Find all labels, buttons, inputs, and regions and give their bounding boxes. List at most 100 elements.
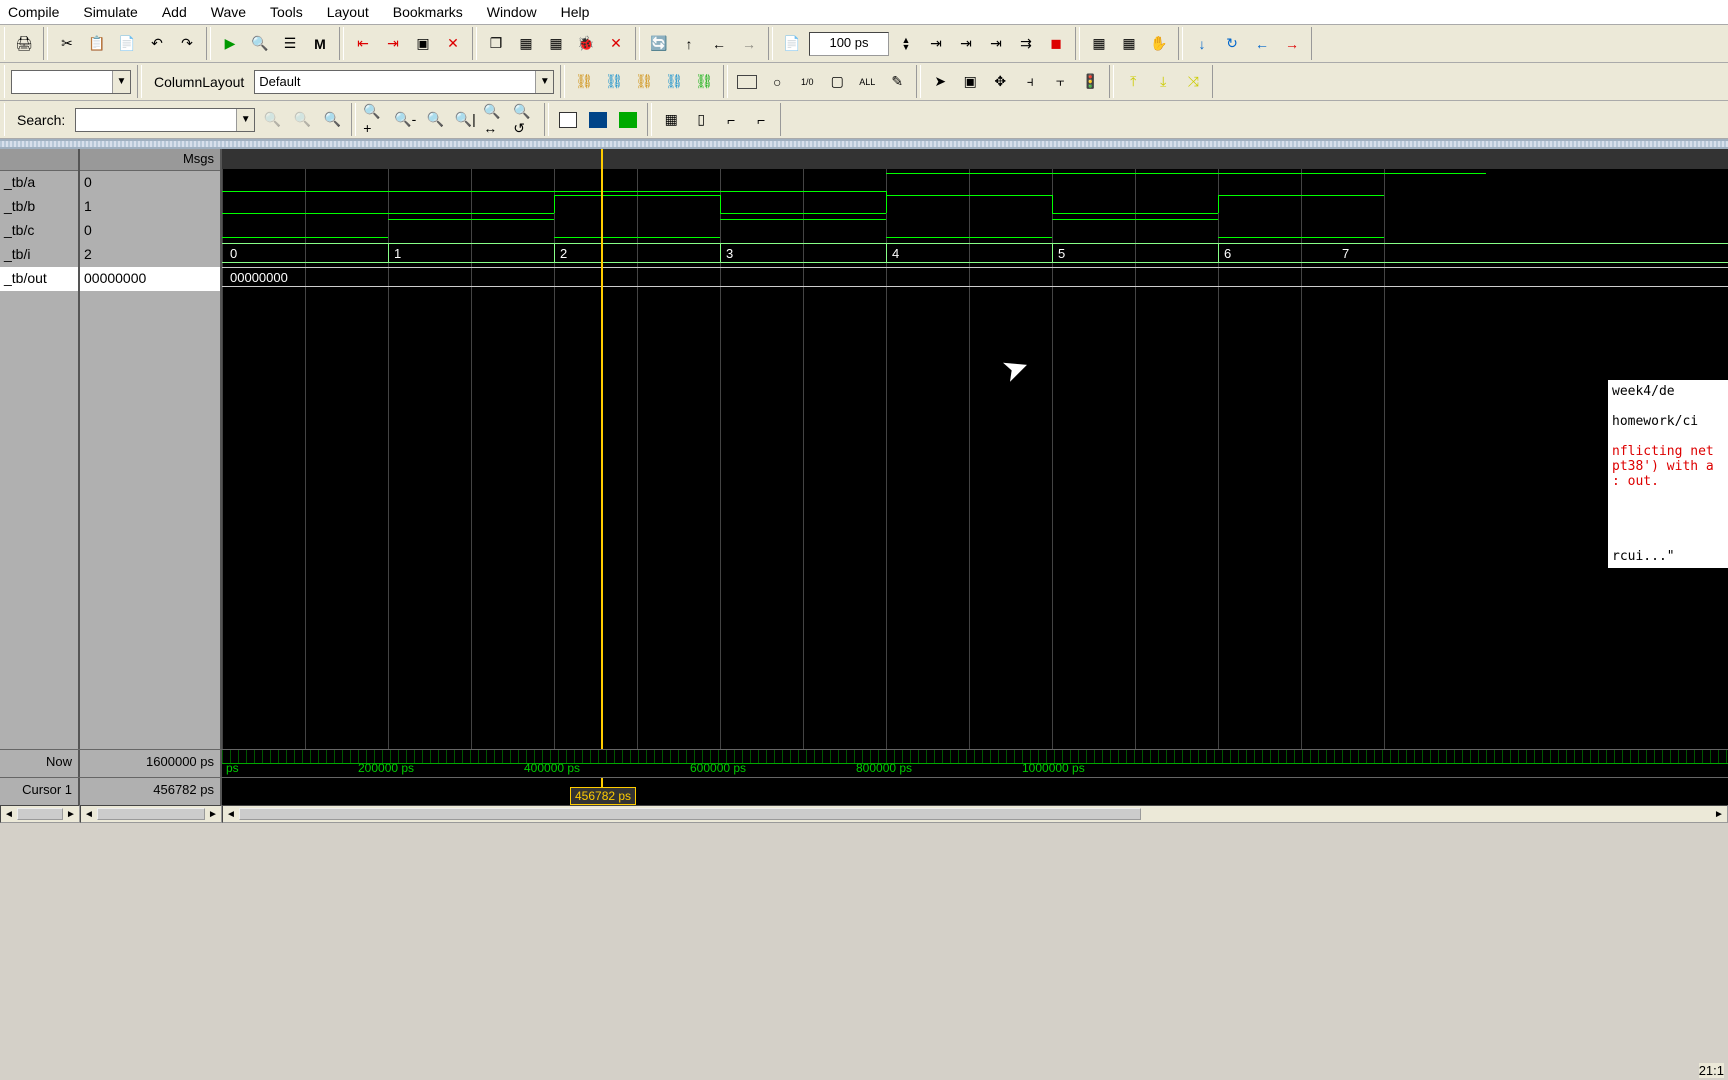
chip1-icon[interactable]: ▦ <box>1086 31 1112 57</box>
up-arrow-icon[interactable]: ↑ <box>676 31 702 57</box>
run2-icon[interactable]: ⇥ <box>953 31 979 57</box>
menu-compile[interactable]: Compile <box>8 4 59 20</box>
signal-value-column[interactable]: Msgs 0 1 0 2 00000000 <box>80 149 222 749</box>
menu-wave[interactable]: Wave <box>211 4 246 20</box>
menu-tools[interactable]: Tools <box>270 4 303 20</box>
traffic-icon[interactable]: 🚦 <box>1077 69 1103 95</box>
step-back-icon[interactable]: ⇤ <box>350 31 376 57</box>
zoom-full-icon[interactable]: 🔍 <box>422 107 448 133</box>
print-icon[interactable]: 🖨 <box>11 31 37 57</box>
chip2-icon[interactable]: ▦ <box>1116 31 1142 57</box>
menu-window[interactable]: Window <box>487 4 537 20</box>
bug-icon[interactable]: 🐞 <box>573 31 599 57</box>
scope-combo[interactable]: ▼ <box>11 70 131 94</box>
move-icon[interactable]: ✥ <box>987 69 1013 95</box>
redo-icon[interactable]: ↷ <box>174 31 200 57</box>
zoom-out-icon[interactable]: 🔍- <box>392 107 418 133</box>
search-prev-icon[interactable]: 🔍 <box>289 107 315 133</box>
left-blue-icon[interactable]: ← <box>1249 31 1275 57</box>
zoom-last-icon[interactable]: 🔍↺ <box>512 107 538 133</box>
wave-x-icon[interactable]: ⤨ <box>1180 69 1206 95</box>
grid2-icon[interactable]: ▦ <box>543 31 569 57</box>
mode2-icon[interactable]: ○ <box>764 69 790 95</box>
link3-icon[interactable]: ⛓ <box>631 69 657 95</box>
undo-icon[interactable]: ↶ <box>144 31 170 57</box>
menu-help[interactable]: Help <box>561 4 590 20</box>
stop-run-icon[interactable]: ◼ <box>1043 31 1069 57</box>
wave-cursor[interactable] <box>601 149 603 749</box>
cursor-badge[interactable]: 456782 ps <box>570 787 636 805</box>
pattern2-icon[interactable]: ▯ <box>688 107 714 133</box>
menu-simulate[interactable]: Simulate <box>83 4 137 20</box>
menu-bookmarks[interactable]: Bookmarks <box>393 4 463 20</box>
up-blue-icon[interactable]: ↻ <box>1219 31 1245 57</box>
pattern3-icon[interactable]: ⌐ <box>718 107 744 133</box>
grid1-icon[interactable]: ▦ <box>513 31 539 57</box>
time-field[interactable]: 100 ps <box>809 32 889 56</box>
align1-icon[interactable]: ⫞ <box>1017 69 1043 95</box>
columnlayout-combo[interactable]: ▼ <box>254 70 554 94</box>
hand-icon[interactable]: ✋ <box>1146 31 1172 57</box>
wave-up-icon[interactable]: ⤒ <box>1120 69 1146 95</box>
break-icon[interactable]: ▣ <box>410 31 436 57</box>
mode3-icon[interactable]: 1/0 <box>794 69 820 95</box>
value-hscroll[interactable]: ◄► <box>80 805 222 823</box>
select-icon[interactable]: ▣ <box>957 69 983 95</box>
copy-icon[interactable]: 📋 <box>84 31 110 57</box>
signal-row[interactable]: _tb/c <box>0 219 78 243</box>
doc-icon[interactable]: 📄 <box>779 31 805 57</box>
find-icon[interactable]: 🔍 <box>247 31 273 57</box>
signal-hscroll[interactable]: ◄► <box>0 805 80 823</box>
menu-add[interactable]: Add <box>162 4 187 20</box>
run1-icon[interactable]: ⇥ <box>923 31 949 57</box>
waveform-canvas[interactable]: 0 1 2 3 4 5 6 7 00000000 ➤ <box>222 149 1728 749</box>
right-arrow-icon[interactable]: → <box>736 31 762 57</box>
link2-icon[interactable]: ⛓ <box>601 69 627 95</box>
wave-style1-icon[interactable] <box>555 107 581 133</box>
pattern1-icon[interactable]: ▦ <box>658 107 684 133</box>
wave-hscroll[interactable]: ◄► <box>222 805 1728 823</box>
step-forward-icon[interactable]: ⇥ <box>380 31 406 57</box>
pointer-icon[interactable]: ➤ <box>927 69 953 95</box>
spinner-icon[interactable]: ▲▼ <box>893 31 919 57</box>
align2-icon[interactable]: ⫟ <box>1047 69 1073 95</box>
memory-icon[interactable]: M <box>307 31 333 57</box>
wave-style2-icon[interactable] <box>585 107 611 133</box>
chevron-down-icon[interactable]: ▼ <box>535 71 553 93</box>
run-icon[interactable]: ▶ <box>217 31 243 57</box>
list-icon[interactable]: ☰ <box>277 31 303 57</box>
refresh-icon[interactable]: 🔄 <box>646 31 672 57</box>
wave-style3-icon[interactable] <box>615 107 641 133</box>
right-red-icon[interactable]: → <box>1279 31 1305 57</box>
left-arrow-icon[interactable]: ← <box>706 31 732 57</box>
wand-icon[interactable]: ✎ <box>884 69 910 95</box>
link4-icon[interactable]: ⛓ <box>661 69 687 95</box>
run-all-icon[interactable]: ⇉ <box>1013 31 1039 57</box>
chevron-down-icon[interactable]: ▼ <box>236 109 254 131</box>
zoom-range-icon[interactable]: 🔍↔ <box>482 107 508 133</box>
delete-layer-icon[interactable]: ✕ <box>603 31 629 57</box>
search-opts-icon[interactable]: 🔍 <box>319 107 345 133</box>
search-combo[interactable]: ▼ <box>75 108 255 132</box>
signal-row[interactable]: _tb/b <box>0 195 78 219</box>
time-ruler[interactable]: ps 200000 ps 400000 ps 600000 ps 800000 … <box>222 750 1728 777</box>
link1-icon[interactable]: ⛓ <box>571 69 597 95</box>
zoom-cursor-icon[interactable]: 🔍| <box>452 107 478 133</box>
run3-icon[interactable]: ⇥ <box>983 31 1009 57</box>
stop-icon[interactable]: ✕ <box>440 31 466 57</box>
signal-name-column[interactable]: _tb/a _tb/b _tb/c _tb/i _tb/out <box>0 149 80 749</box>
cursor-track[interactable]: 456782 ps <box>222 778 1728 805</box>
mode4-icon[interactable]: ▢ <box>824 69 850 95</box>
chevron-down-icon[interactable]: ▼ <box>112 71 130 93</box>
search-next-icon[interactable]: 🔍 <box>259 107 285 133</box>
pattern4-icon[interactable]: ⌐ <box>748 107 774 133</box>
mode1-icon[interactable] <box>734 69 760 95</box>
signal-row[interactable]: _tb/a <box>0 171 78 195</box>
wave-dn-icon[interactable]: ⤓ <box>1150 69 1176 95</box>
menu-layout[interactable]: Layout <box>327 4 369 20</box>
cut-icon[interactable]: ✂ <box>54 31 80 57</box>
zoom-in-icon[interactable]: 🔍+ <box>362 107 388 133</box>
signal-row[interactable]: _tb/i <box>0 243 78 267</box>
down-blue-icon[interactable]: ↓ <box>1189 31 1215 57</box>
paste-icon[interactable]: 📄 <box>114 31 140 57</box>
